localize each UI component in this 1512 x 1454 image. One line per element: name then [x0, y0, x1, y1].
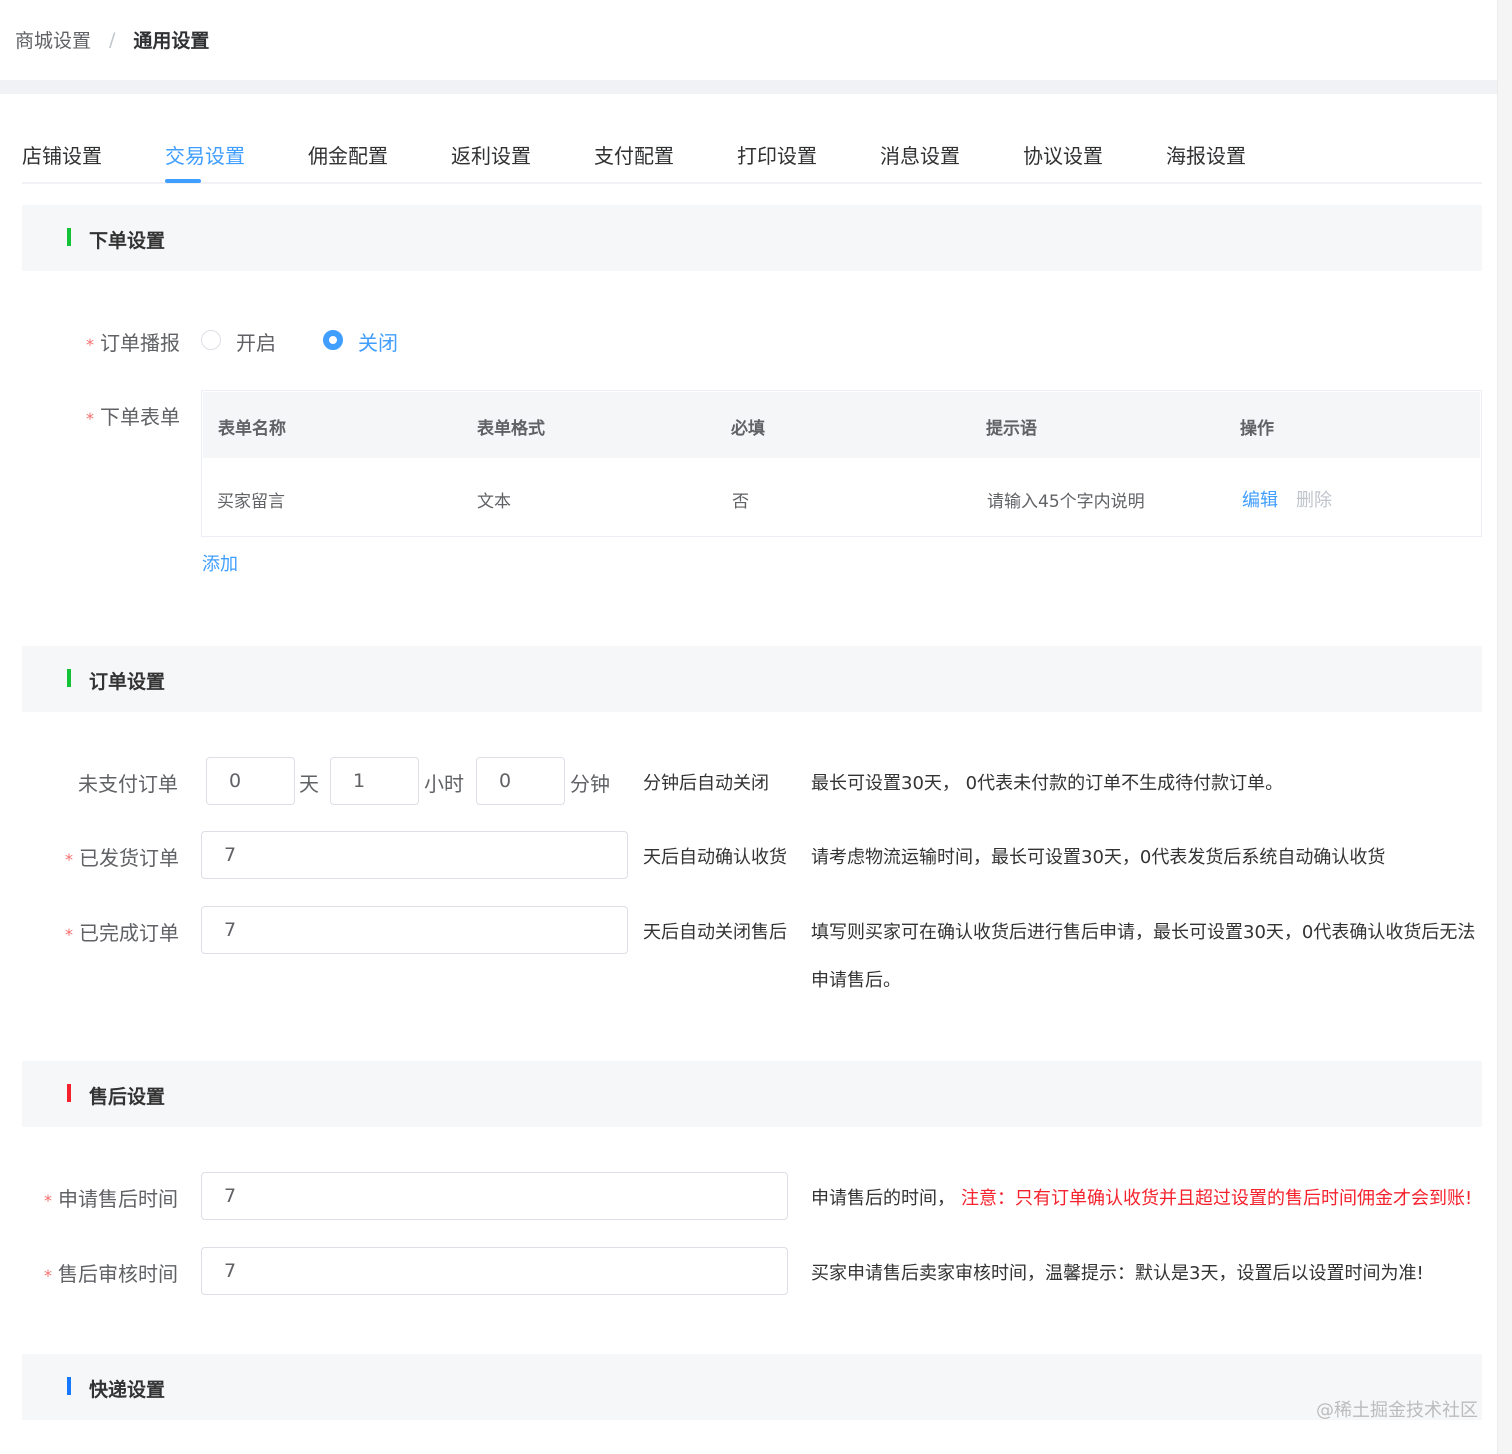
column-header-required: 必填	[731, 419, 765, 439]
edit-button[interactable]: 编辑	[1242, 486, 1278, 512]
section-marker-green	[67, 228, 71, 246]
cell-required: 否	[732, 492, 749, 512]
watermark: @稀土掘金技术社区	[1316, 1400, 1478, 1421]
commission-warning: 注意：只有订单确认收货并且超过设置的售后时间佣金才会到账!	[961, 1188, 1473, 1209]
section-title-express: 快递设置	[89, 1379, 166, 1401]
tab-agreement-settings[interactable]: 协议设置	[1023, 140, 1103, 169]
required-mark: *	[65, 925, 73, 944]
add-form-field-button[interactable]: 添加	[202, 550, 238, 576]
unit-hours: 小时	[424, 772, 464, 796]
apply-aftersale-tip: 申请售后的时间， 注意：只有订单确认收货并且超过设置的售后时间佣金才会到账!	[811, 1188, 1473, 1209]
radio-broadcast-on[interactable]	[201, 330, 221, 350]
unit-minutes: 分钟	[570, 772, 610, 796]
active-tab-indicator	[165, 179, 201, 183]
column-header-hint: 提示语	[986, 419, 1037, 439]
page-header: 商城设置 / 通用设置	[0, 0, 1512, 80]
column-header-actions: 操作	[1240, 419, 1274, 439]
breadcrumb-parent[interactable]: 商城设置	[15, 26, 91, 53]
radio-broadcast-off[interactable]	[323, 330, 343, 350]
aftersale-review-time-input[interactable]	[201, 1247, 788, 1295]
required-mark: *	[44, 1191, 52, 1210]
order-form-label: * 下单表单	[86, 405, 180, 429]
tab-rebate-settings[interactable]: 返利设置	[451, 140, 531, 169]
section-header-orders: 订单设置	[22, 646, 1482, 712]
delete-button[interactable]: 删除	[1296, 486, 1332, 512]
cell-format: 文本	[477, 492, 511, 512]
scrollbar[interactable]	[1497, 0, 1512, 1454]
breadcrumb: 商城设置 / 通用设置	[15, 26, 209, 53]
required-mark: *	[44, 1266, 52, 1285]
unpaid-minutes-input[interactable]	[476, 757, 565, 805]
unpaid-suffix: 分钟后自动关闭	[643, 773, 769, 794]
aftersale-review-tip: 买家申请售后卖家审核时间，温馨提示：默认是3天，设置后以设置时间为准!	[811, 1263, 1424, 1284]
aftersale-review-time-label: * 售后审核时间	[44, 1262, 178, 1286]
breadcrumb-current: 通用设置	[133, 30, 210, 52]
section-title-orders: 订单设置	[89, 671, 166, 693]
breadcrumb-separator: /	[109, 28, 116, 51]
shipped-order-label: * 已发货订单	[65, 846, 179, 870]
unpaid-tip: 最长可设置30天， 0代表未付款的订单不生成待付款订单。	[811, 773, 1284, 794]
column-header-name: 表单名称	[218, 419, 286, 439]
unpaid-hours-input[interactable]	[330, 757, 419, 805]
unpaid-order-label: 未支付订单	[78, 772, 178, 796]
apply-aftersale-time-input[interactable]	[201, 1172, 788, 1220]
tab-payment-config[interactable]: 支付配置	[594, 140, 674, 169]
apply-aftersale-time-label: * 申请售后时间	[44, 1187, 178, 1211]
column-header-format: 表单格式	[477, 419, 545, 439]
section-header-express: 快递设置	[22, 1354, 1482, 1420]
broadcast-label: * 订单播报	[86, 331, 180, 355]
radio-broadcast-on-label[interactable]: 开启	[236, 327, 276, 356]
cell-name: 买家留言	[217, 492, 285, 512]
header-divider	[0, 80, 1497, 94]
shipped-tip: 请考虑物流运输时间，最长可设置30天，0代表发货后系统自动确认收货	[811, 847, 1386, 868]
tab-poster-settings[interactable]: 海报设置	[1166, 140, 1246, 169]
tab-trade-settings[interactable]: 交易设置	[165, 140, 245, 169]
shipped-suffix: 天后自动确认收货	[643, 847, 787, 868]
section-title-aftersale: 售后设置	[89, 1086, 166, 1108]
required-mark: *	[86, 335, 94, 354]
tab-store-settings[interactable]: 店铺设置	[22, 140, 102, 169]
section-header-aftersale: 售后设置	[22, 1061, 1482, 1127]
settings-tabs: 店铺设置 交易设置 佣金配置 返利设置 支付配置 打印设置 消息设置 协议设置 …	[22, 120, 1482, 184]
tab-commission-config[interactable]: 佣金配置	[308, 140, 388, 169]
section-header-order: 下单设置	[22, 205, 1482, 271]
cell-hint: 请输入45个字内说明	[987, 492, 1145, 512]
shipped-days-input[interactable]	[201, 831, 628, 879]
completed-days-input[interactable]	[201, 906, 628, 954]
completed-order-label: * 已完成订单	[65, 921, 179, 945]
section-title-order: 下单设置	[89, 230, 166, 252]
section-marker-green	[67, 669, 71, 687]
section-marker-red	[67, 1084, 71, 1102]
tab-print-settings[interactable]: 打印设置	[737, 140, 817, 169]
required-mark: *	[86, 409, 94, 428]
unpaid-days-input[interactable]	[206, 757, 295, 805]
table-header: 表单名称 表单格式 必填 提示语 操作	[203, 392, 1480, 458]
completed-tip-line1: 填写则买家可在确认收货后进行售后申请，最长可设置30天，0代表确认收货后无法	[811, 922, 1476, 943]
section-marker-blue	[67, 1377, 71, 1395]
required-mark: *	[65, 850, 73, 869]
order-form-table: 表单名称 表单格式 必填 提示语 操作 买家留言 文本 否 请输入45个字内说明…	[201, 390, 1482, 537]
unit-days: 天	[299, 772, 319, 796]
completed-suffix: 天后自动关闭售后	[643, 922, 787, 943]
tab-message-settings[interactable]: 消息设置	[880, 140, 960, 169]
radio-broadcast-off-label[interactable]: 关闭	[358, 327, 398, 356]
completed-tip-line2: 申请售后。	[811, 970, 901, 991]
